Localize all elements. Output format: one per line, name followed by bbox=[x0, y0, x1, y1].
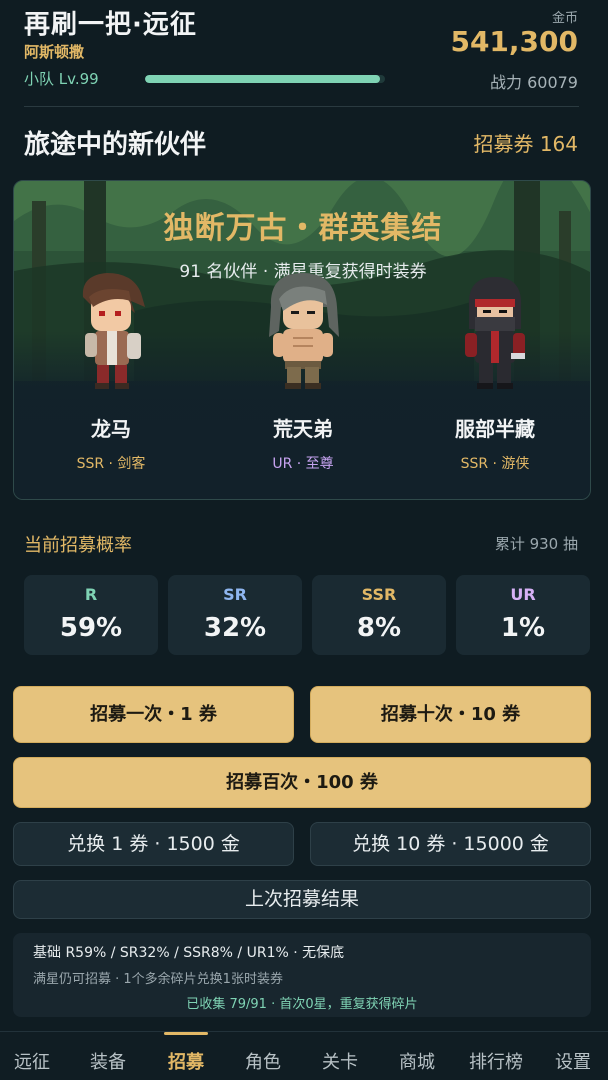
total-draws: 累计 930 抽 bbox=[494, 535, 578, 553]
info-base-rates: 基础 R59% / SR32% / SSR8% / UR1% · 无保底 bbox=[33, 945, 345, 961]
combat-power: 战力 60079 bbox=[490, 73, 578, 92]
rate-card-r: R 59% bbox=[24, 575, 158, 655]
nav-expedition[interactable]: 远征 bbox=[0, 1048, 70, 1074]
info-duplicate-rule: 满星仍可招募 · 1个多余碎片兑换1张时装券 bbox=[33, 972, 283, 987]
info-collection-progress: 已收集 79/91 · 首次0星，重复获得碎片 bbox=[186, 997, 418, 1012]
character-huangtiandi-sprite bbox=[269, 273, 339, 389]
rate-label: SSR bbox=[361, 585, 397, 604]
rate-card-ur: UR 1% bbox=[456, 575, 590, 655]
rate-label: SR bbox=[223, 585, 247, 604]
page-title: 旅途中的新伙伴 bbox=[24, 130, 207, 160]
character-ryoma-sprite bbox=[82, 273, 145, 389]
header-divider bbox=[24, 106, 579, 107]
exchange-one-ticket-button[interactable]: 兑换 1 券 · 1500 金 bbox=[13, 822, 294, 866]
rate-label: UR bbox=[510, 585, 536, 604]
rate-value: 32% bbox=[203, 613, 267, 643]
character-name: 龙马 bbox=[91, 417, 131, 441]
character-rarity: UR · 至尊 bbox=[272, 456, 334, 472]
recruit-ten-button[interactable]: 招募十次・10 券 bbox=[310, 686, 591, 743]
rate-label: R bbox=[84, 585, 98, 604]
recruit-info-box: 基础 R59% / SR32% / SSR8% / UR1% · 无保底 满星仍… bbox=[13, 933, 591, 1017]
featured-character-ryoma[interactable]: 龙马 SSR · 剑客 bbox=[26, 261, 196, 491]
featured-character-hattori-hanzo[interactable]: 服部半藏 SSR · 游侠 bbox=[410, 261, 580, 491]
character-rarity: SSR · 游侠 bbox=[460, 456, 530, 472]
team-level: 小队 Lv.99 bbox=[24, 70, 99, 88]
game-title: 再刷一把·远征 bbox=[24, 10, 197, 40]
team-exp-bar bbox=[145, 75, 385, 83]
last-result-button[interactable]: 上次招募结果 bbox=[13, 880, 591, 919]
team-exp-fill bbox=[145, 75, 381, 83]
nav-leaderboard[interactable]: 排行榜 bbox=[458, 1048, 534, 1074]
character-hattori-hanzo-sprite bbox=[465, 277, 525, 389]
rate-value: 59% bbox=[59, 613, 123, 643]
rate-value: 1% bbox=[500, 613, 546, 643]
recruit-once-button[interactable]: 招募一次・1 券 bbox=[13, 686, 294, 743]
rate-card-sr: SR 32% bbox=[168, 575, 302, 655]
nav-recruit[interactable]: 招募 bbox=[148, 1048, 224, 1074]
character-rarity: SSR · 剑客 bbox=[76, 456, 146, 472]
nav-characters[interactable]: 角色 bbox=[225, 1048, 301, 1074]
nav-shop[interactable]: 商城 bbox=[379, 1048, 455, 1074]
nav-equipment[interactable]: 装备 bbox=[70, 1048, 146, 1074]
gold-label: 金币 bbox=[551, 11, 578, 26]
recruit-banner: 独断万古・群英集结 91 名伙伴 · 满星重复获得时装券 龙马 SSR · 剑客 bbox=[13, 180, 591, 500]
top-header: 再刷一把·远征 阿斯顿撒 小队 Lv.99 金币 541,300 战力 6007… bbox=[0, 0, 608, 107]
active-tab-indicator bbox=[164, 1032, 208, 1035]
gold-value: 541,300 bbox=[450, 25, 578, 58]
player-name[interactable]: 阿斯顿撒 bbox=[24, 41, 84, 62]
rates-title: 当前招募概率 bbox=[24, 535, 132, 556]
character-name: 服部半藏 bbox=[455, 417, 535, 441]
rate-value: 8% bbox=[356, 613, 402, 643]
ticket-count: 招募券 164 bbox=[473, 132, 578, 156]
featured-character-huangtiandi[interactable]: 荒天弟 UR · 至尊 bbox=[218, 261, 388, 491]
recruit-hundred-button[interactable]: 招募百次・100 券 bbox=[13, 757, 591, 808]
character-name: 荒天弟 bbox=[273, 417, 333, 441]
banner-title: 独断万古・群英集结 bbox=[163, 211, 443, 246]
rate-card-ssr: SSR 8% bbox=[312, 575, 446, 655]
exchange-ten-tickets-button[interactable]: 兑换 10 券 · 15000 金 bbox=[310, 822, 591, 866]
nav-stages[interactable]: 关卡 bbox=[302, 1048, 378, 1074]
bottom-nav: 远征 装备 招募 角色 关卡 商城 排行榜 设置 bbox=[0, 1031, 608, 1080]
nav-settings[interactable]: 设置 bbox=[535, 1048, 608, 1074]
